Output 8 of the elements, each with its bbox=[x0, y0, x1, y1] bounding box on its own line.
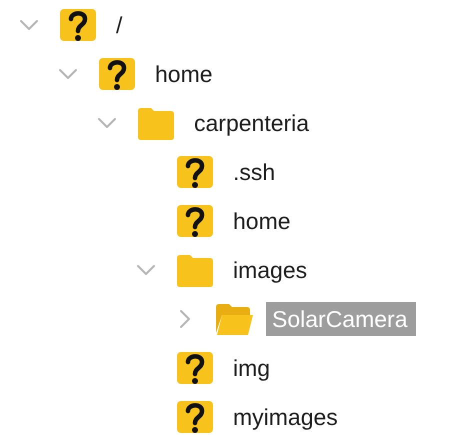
tree-item[interactable]: myimages bbox=[227, 400, 344, 434]
tree-item[interactable]: / bbox=[110, 8, 128, 42]
tree-item[interactable]: images bbox=[227, 252, 314, 286]
tree-item[interactable]: .ssh bbox=[227, 154, 282, 188]
tree-item[interactable]: img bbox=[227, 350, 276, 384]
tree-item[interactable]: home bbox=[149, 56, 219, 90]
tree-item[interactable]: carpenteria bbox=[188, 106, 316, 140]
tree-item[interactable]: home bbox=[227, 204, 297, 238]
